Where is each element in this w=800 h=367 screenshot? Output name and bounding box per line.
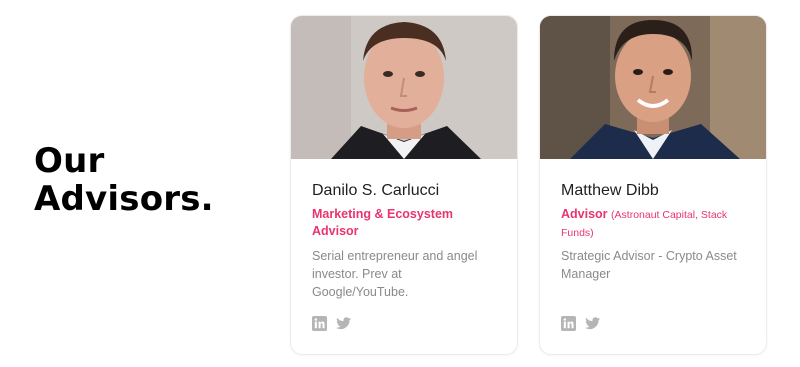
linkedin-icon[interactable] [312, 316, 327, 331]
section-title: Our Advisors. [34, 142, 214, 218]
linkedin-icon[interactable] [561, 316, 576, 331]
twitter-icon[interactable] [336, 317, 351, 330]
advisor-bio: Strategic Advisor - Crypto Asset Manager [561, 249, 737, 281]
advisor-role-title: Marketing & Ecosystem Advisor [312, 207, 454, 238]
advisor-role: Advisor (Astronaut Capital, Stack Funds) [561, 206, 751, 242]
advisor-name: Matthew Dibb [561, 182, 659, 199]
social-links [312, 316, 351, 331]
twitter-icon[interactable] [585, 317, 600, 330]
advisor-name: Danilo S. Carlucci [312, 182, 440, 199]
advisor-photo [540, 16, 766, 159]
social-links [561, 316, 600, 331]
section-title-line-1: Our [34, 141, 105, 181]
advisor-photo [291, 16, 517, 159]
advisor-role-title: Advisor [561, 207, 608, 221]
advisor-role: Marketing & Ecosystem Advisor [312, 206, 502, 240]
advisor-bio: Serial entrepreneur and angel investor. … [312, 249, 478, 299]
advisor-card: Danilo S. Carlucci Marketing & Ecosystem… [290, 15, 518, 355]
advisor-card: Matthew Dibb Advisor (Astronaut Capital,… [539, 15, 767, 355]
section-title-line-2: Advisors. [34, 179, 214, 219]
